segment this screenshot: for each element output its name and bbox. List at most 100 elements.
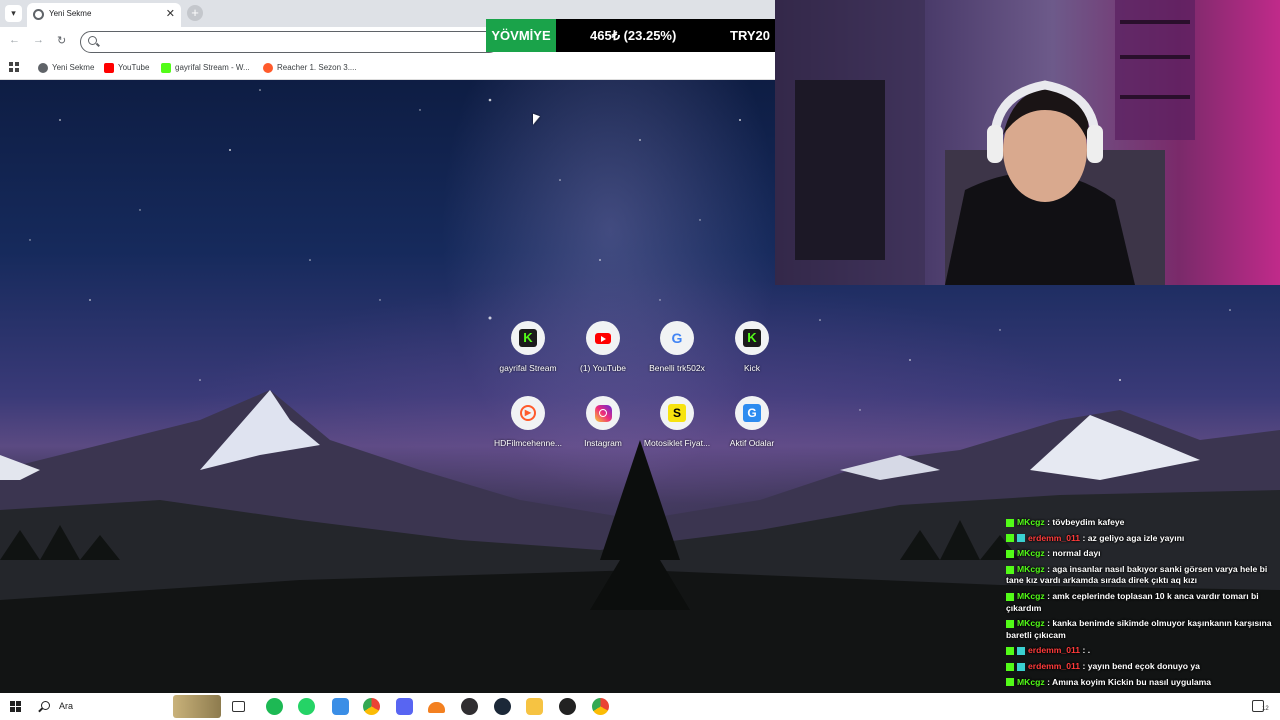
shortcut-label: (1) YouTube [580, 363, 626, 373]
new-tab-button[interactable]: + [187, 5, 203, 21]
kick-badge-icon [1006, 647, 1014, 656]
chat-text: : Amına koyim Kickin bu nasıl uygulama [1044, 676, 1212, 687]
back-arrow-icon[interactable]: ← [9, 34, 20, 46]
mouse-cursor-icon [533, 113, 540, 128]
shortcut-tile[interactable]: Instagram [565, 396, 641, 448]
bookmarks-bar: Yeni Sekme YouTube gayrifal Stream - W..… [0, 56, 775, 80]
search-icon [41, 701, 50, 710]
spotify-icon[interactable] [266, 698, 283, 715]
webcam-scene [775, 0, 1195, 285]
subscriber-badge-icon [1017, 662, 1025, 671]
shortcut-label: Aktif Odalar [729, 438, 775, 448]
windows-start-icon[interactable] [10, 701, 21, 712]
chat-text: : tövbeydim kafeye [1044, 517, 1125, 527]
kick-icon: K [743, 329, 761, 347]
shortcut-label: gayrifal Stream [499, 363, 557, 373]
search-highlight-image[interactable] [173, 695, 221, 718]
chrome-icon[interactable] [592, 698, 609, 715]
file-explorer-icon[interactable] [526, 698, 543, 715]
chat-message: erdemm_011 : az geliyo aga izle yayını [1006, 531, 1280, 547]
bookmark-item[interactable]: gayrifal Stream - W... [161, 61, 250, 75]
kick-badge-icon [1006, 678, 1014, 687]
ticker-value: 465₺ (23.25%) [590, 28, 677, 43]
shortcut-label: Instagram [584, 438, 622, 448]
chat-message: MKcgz : Amına koyim Kickin bu nasıl uygu… [1006, 675, 1280, 691]
chat-message: MKcgz : amk ceplerinde toplasan 10 k anc… [1006, 589, 1280, 616]
chat-text: : kanka benimde sikimde olmuyor kaşınkan… [1006, 618, 1272, 640]
tab-search-button[interactable]: ▾ [5, 5, 22, 22]
windows-taskbar: Ara 12 [0, 693, 1280, 720]
chrome-icon[interactable] [363, 698, 380, 715]
chat-text: : az geliyo aga izle yayını [1080, 532, 1185, 543]
shortcut-tile[interactable]: G Benelli trk502x [639, 321, 715, 373]
youtube-icon [104, 62, 114, 73]
chat-username: MKcgz [1017, 548, 1045, 559]
cloudflare-icon[interactable] [428, 702, 445, 713]
app-icon[interactable] [559, 698, 576, 715]
subscriber-badge-icon [1017, 534, 1025, 543]
chat-message: MKcgz : kanka benimde sikimde olmuyor ka… [1006, 616, 1280, 643]
file-app-icon[interactable] [332, 698, 349, 715]
obs-icon[interactable] [461, 698, 478, 715]
chat-text: : yayın bend eçok donuyo ya [1080, 660, 1200, 671]
chat-username: MKcgz [1017, 590, 1045, 601]
g-icon: G [743, 404, 761, 422]
shortcut-tile[interactable]: K Kick [714, 321, 790, 373]
stream-chat: MKcgz : tövbeydim kafeye erdemm_011 : az… [1006, 515, 1280, 690]
chat-text: : aga insanlar nasıl bakıyor sanki görse… [1006, 563, 1268, 586]
chat-message: MKcgz : normal dayı [1006, 546, 1280, 562]
bookmark-item[interactable]: Yeni Sekme [38, 61, 94, 75]
kick-badge-icon [1006, 549, 1014, 558]
taskbar-search-label: Ara [59, 701, 74, 711]
kick-icon [161, 62, 171, 73]
bookmark-item[interactable]: Reacher 1. Sezon 3.... [263, 61, 357, 75]
shortcut-label: Kick [743, 363, 761, 373]
tab-title: Yeni Sekme [49, 9, 92, 18]
steam-icon[interactable] [494, 698, 511, 715]
chat-username: MKcgz [1017, 517, 1045, 527]
chat-message: MKcgz : aga insanlar nasıl bakıyor sanki… [1006, 562, 1280, 589]
kick-badge-icon [1006, 619, 1014, 628]
shortcut-label: Benelli trk502x [649, 363, 705, 373]
shortcut-label: Motosiklet Fiyat... [643, 438, 711, 448]
task-view-icon[interactable] [232, 701, 245, 712]
webcam-overlay [775, 0, 1280, 285]
youtube-icon [595, 332, 611, 344]
kick-icon: K [519, 329, 537, 347]
chat-username: MKcgz [1017, 676, 1045, 687]
kick-badge-icon [1006, 565, 1014, 574]
kick-badge-icon [1006, 518, 1014, 527]
ticker-label: YÖVMİYE [486, 19, 556, 52]
discord-icon[interactable] [396, 698, 413, 715]
bookmark-item[interactable]: YouTube [104, 61, 149, 75]
shortcut-tile[interactable]: ▶ HDFilmcehenne... [490, 396, 566, 448]
reload-icon[interactable]: ↻ [57, 34, 66, 47]
tab-new-tab[interactable]: Yeni Sekme ✕ [27, 3, 181, 27]
instagram-icon [594, 404, 612, 422]
chat-message: MKcgz : tövbeydim kafeye [1006, 515, 1280, 531]
close-tab-icon[interactable]: ✕ [166, 7, 175, 20]
shortcut-tile[interactable]: K gayrifal Stream [490, 321, 566, 373]
whatsapp-icon[interactable] [298, 698, 315, 715]
chat-username: MKcgz [1017, 618, 1045, 629]
chat-username: erdemm_011 [1028, 532, 1081, 543]
chat-text: : normal dayı [1044, 548, 1101, 559]
shortcut-tile[interactable]: (1) YouTube [565, 321, 641, 373]
shortcut-tile[interactable]: S Motosiklet Fiyat... [639, 396, 715, 448]
kick-badge-icon [1006, 534, 1014, 543]
google-icon: G [671, 330, 683, 346]
ticker-next-value: TRY20 [730, 28, 770, 43]
apps-grid-icon[interactable] [9, 62, 19, 72]
chat-message: erdemm_011 : . [1006, 643, 1280, 659]
shortcut-label: HDFilmcehenne... [493, 438, 563, 448]
chrome-icon [38, 62, 48, 73]
address-bar[interactable] [80, 31, 500, 53]
chat-text: : amk ceplerinde toplasan 10 k anca vard… [1006, 590, 1259, 613]
shortcut-tile[interactable]: G Aktif Odalar [714, 396, 790, 448]
forward-arrow-icon[interactable]: → [33, 34, 44, 46]
chat-username: erdemm_011 [1028, 645, 1081, 656]
notification-count: 12 [1262, 706, 1269, 712]
chat-text: : . [1080, 645, 1091, 656]
taskbar-search-box[interactable]: Ara [33, 693, 173, 720]
kick-badge-icon [1006, 592, 1014, 601]
